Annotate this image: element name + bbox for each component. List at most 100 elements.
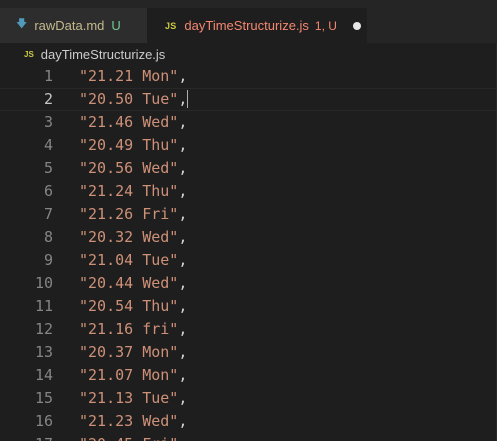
comma-punctuation: ,: [178, 251, 188, 269]
tab-label: dayTimeStructurize.js: [184, 18, 309, 33]
code-line[interactable]: 14 "21.07 Mon",: [0, 364, 497, 387]
comma-punctuation: ,: [178, 205, 188, 223]
line-number: 12: [34, 320, 53, 338]
breadcrumb: JS dayTimeStructurize.js: [0, 43, 497, 65]
comma-punctuation: ,: [178, 274, 188, 292]
string-literal: "20.37 Mon": [79, 343, 179, 361]
code-text[interactable]: "20.44 Wed",: [79, 272, 187, 295]
code-text[interactable]: "21.24 Thu",: [79, 180, 187, 203]
code-line[interactable]: 6 "21.24 Thu",: [0, 180, 497, 203]
code-text[interactable]: "21.07 Mon",: [79, 364, 187, 387]
code-text[interactable]: "21.04 Tue",: [79, 249, 187, 272]
string-literal: "20.50 Tue": [79, 90, 179, 108]
code-text[interactable]: "20.56 Wed",: [79, 157, 187, 180]
comma-punctuation: ,: [178, 366, 188, 384]
comma-punctuation: ,: [178, 297, 188, 315]
line-number: 5: [43, 159, 53, 177]
string-literal: "20.54 Thu": [79, 297, 179, 315]
comma-punctuation: ,: [178, 136, 188, 154]
tab-daytimestructurize-js[interactable]: JS dayTimeStructurize.js 1, U: [148, 8, 367, 43]
code-line[interactable]: 2 "20.50 Tue",: [0, 88, 497, 111]
code-text[interactable]: "21.21 Mon",: [79, 65, 187, 88]
code-text[interactable]: "20.32 Wed",: [79, 226, 187, 249]
line-number: 11: [34, 297, 53, 315]
tab-problem-status: 1, U: [314, 18, 337, 33]
code-line[interactable]: 10 "20.44 Wed",: [0, 272, 497, 295]
code-line[interactable]: 17 "20.45 Fri",: [0, 433, 497, 441]
line-number: 10: [34, 274, 53, 292]
code-text[interactable]: "21.26 Fri",: [79, 203, 187, 226]
comma-punctuation: ,: [178, 90, 188, 108]
line-number: 2: [43, 90, 53, 108]
title-strip: [0, 0, 497, 8]
string-literal: "20.45 Fri": [79, 435, 178, 441]
code-text[interactable]: "20.50 Tue",: [79, 89, 189, 110]
string-literal: "21.21 Mon": [79, 67, 179, 85]
tab-git-status: U: [111, 18, 121, 33]
line-number: 16: [34, 412, 53, 430]
string-literal: "20.56 Wed": [79, 159, 179, 177]
comma-punctuation: ,: [178, 228, 188, 246]
code-line[interactable]: 15 "21.13 Tue",: [0, 387, 497, 410]
line-number: 7: [43, 205, 53, 223]
code-line[interactable]: 5 "20.56 Wed",: [0, 157, 497, 180]
string-literal: "21.16 fri": [79, 320, 179, 338]
code-line[interactable]: 8 "20.32 Wed",: [0, 226, 497, 249]
line-number: 8: [43, 228, 53, 246]
javascript-file-icon: JS: [165, 20, 177, 31]
unsaved-dot-icon[interactable]: [352, 21, 361, 30]
breadcrumb-file[interactable]: dayTimeStructurize.js: [41, 47, 166, 62]
code-text[interactable]: "20.54 Thu",: [79, 295, 187, 318]
code-text[interactable]: "20.45 Fri",: [79, 433, 187, 441]
string-literal: "21.07 Mon": [79, 366, 179, 384]
comma-punctuation: ,: [178, 67, 188, 85]
string-literal: "21.23 Wed": [79, 412, 179, 430]
string-literal: "21.13 Tue": [79, 389, 179, 407]
comma-punctuation: ,: [178, 343, 188, 361]
string-literal: "21.24 Thu": [79, 182, 179, 200]
string-literal: "20.32 Wed": [79, 228, 179, 246]
line-number: 13: [34, 343, 53, 361]
code-line[interactable]: 1 "21.21 Mon",: [0, 65, 497, 88]
editor-window: 🡇 rawData.md U JS dayTimeStructurize.js …: [0, 0, 497, 441]
line-number: 1: [43, 67, 53, 85]
string-literal: "20.49 Thu": [79, 136, 179, 154]
code-text[interactable]: "21.46 Wed",: [79, 111, 187, 134]
markdown-file-icon: 🡇: [16, 18, 28, 30]
code-text[interactable]: "21.13 Tue",: [79, 387, 187, 410]
comma-punctuation: ,: [178, 435, 187, 441]
tab-bar: 🡇 rawData.md U JS dayTimeStructurize.js …: [0, 8, 497, 43]
line-number: 9: [43, 251, 53, 269]
code-line[interactable]: 16 "21.23 Wed",: [0, 410, 497, 433]
line-number: 4: [43, 136, 53, 154]
code-text[interactable]: "20.37 Mon",: [79, 341, 187, 364]
code-line[interactable]: 9 "21.04 Tue",: [0, 249, 497, 272]
code-line[interactable]: 11 "20.54 Thu",: [0, 295, 497, 318]
tab-rawdata-md[interactable]: 🡇 rawData.md U: [0, 8, 148, 43]
code-line[interactable]: 12 "21.16 fri",: [0, 318, 497, 341]
text-cursor: [187, 89, 189, 108]
code-editor[interactable]: 1 "21.21 Mon", 2 "20.50 Tue", 3 "21.46 Wed", 4…: [0, 65, 497, 441]
string-literal: "21.46 Wed": [79, 113, 179, 131]
code-text[interactable]: "21.23 Wed",: [79, 410, 187, 433]
comma-punctuation: ,: [178, 182, 188, 200]
line-number: 14: [34, 366, 53, 384]
comma-punctuation: ,: [178, 389, 188, 407]
javascript-file-icon: JS: [24, 49, 34, 59]
string-literal: "21.04 Tue": [79, 251, 179, 269]
line-number: 6: [43, 182, 53, 200]
code-line[interactable]: 4 "20.49 Thu",: [0, 134, 497, 157]
comma-punctuation: ,: [178, 159, 188, 177]
line-number: 17: [0, 433, 53, 441]
code-line[interactable]: 13 "20.37 Mon",: [0, 341, 497, 364]
code-text[interactable]: "21.16 fri",: [79, 318, 187, 341]
line-number: 15: [34, 389, 53, 407]
code-line[interactable]: 3 "21.46 Wed",: [0, 111, 497, 134]
tab-label: rawData.md: [34, 18, 105, 33]
code-text[interactable]: "20.49 Thu",: [79, 134, 187, 157]
comma-punctuation: ,: [178, 113, 188, 131]
string-literal: "21.26 Fri": [79, 205, 179, 223]
code-line[interactable]: 7 "21.26 Fri",: [0, 203, 497, 226]
line-number: 3: [43, 113, 53, 131]
comma-punctuation: ,: [178, 320, 188, 338]
